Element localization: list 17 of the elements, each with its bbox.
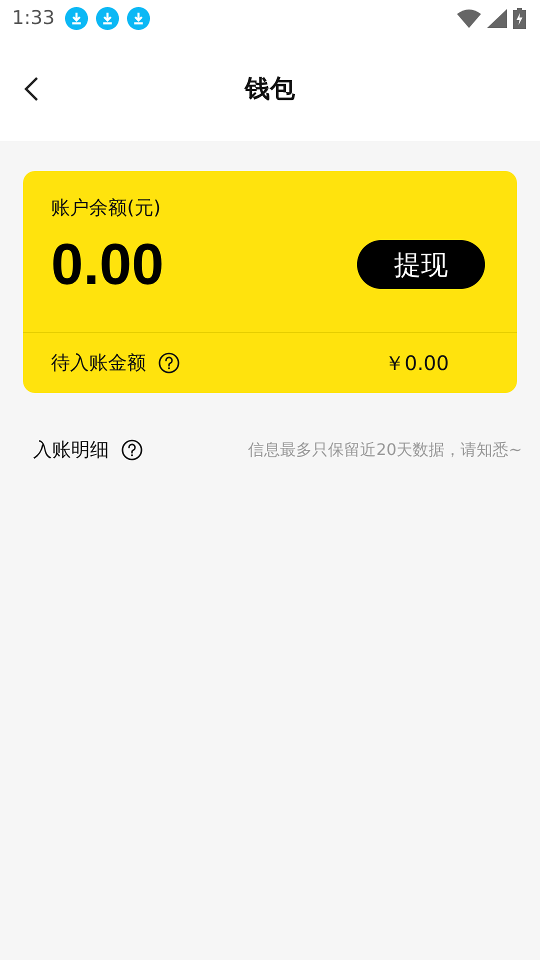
- signal-icon: [487, 8, 507, 28]
- help-icon[interactable]: [158, 352, 180, 374]
- page-title: 钱包: [245, 73, 295, 105]
- pending-amount: ￥0.00: [384, 350, 449, 376]
- battery-icon: [513, 8, 526, 28]
- pending-label: 待入账金额: [51, 351, 146, 376]
- retention-notice: 信息最多只保留近20天数据，请知悉~: [248, 440, 522, 460]
- wifi-icon: [457, 8, 481, 28]
- download-icon: [64, 6, 88, 30]
- withdraw-button[interactable]: 提现: [357, 240, 485, 289]
- records-title: 入账明细: [33, 438, 109, 463]
- balance-label: 账户余额(元): [51, 196, 162, 221]
- status-time: 1:33: [12, 7, 55, 29]
- balance-amount: 0.00: [51, 231, 164, 298]
- help-icon[interactable]: [121, 439, 143, 461]
- download-icon: [96, 6, 119, 30]
- download-icon: [126, 6, 150, 30]
